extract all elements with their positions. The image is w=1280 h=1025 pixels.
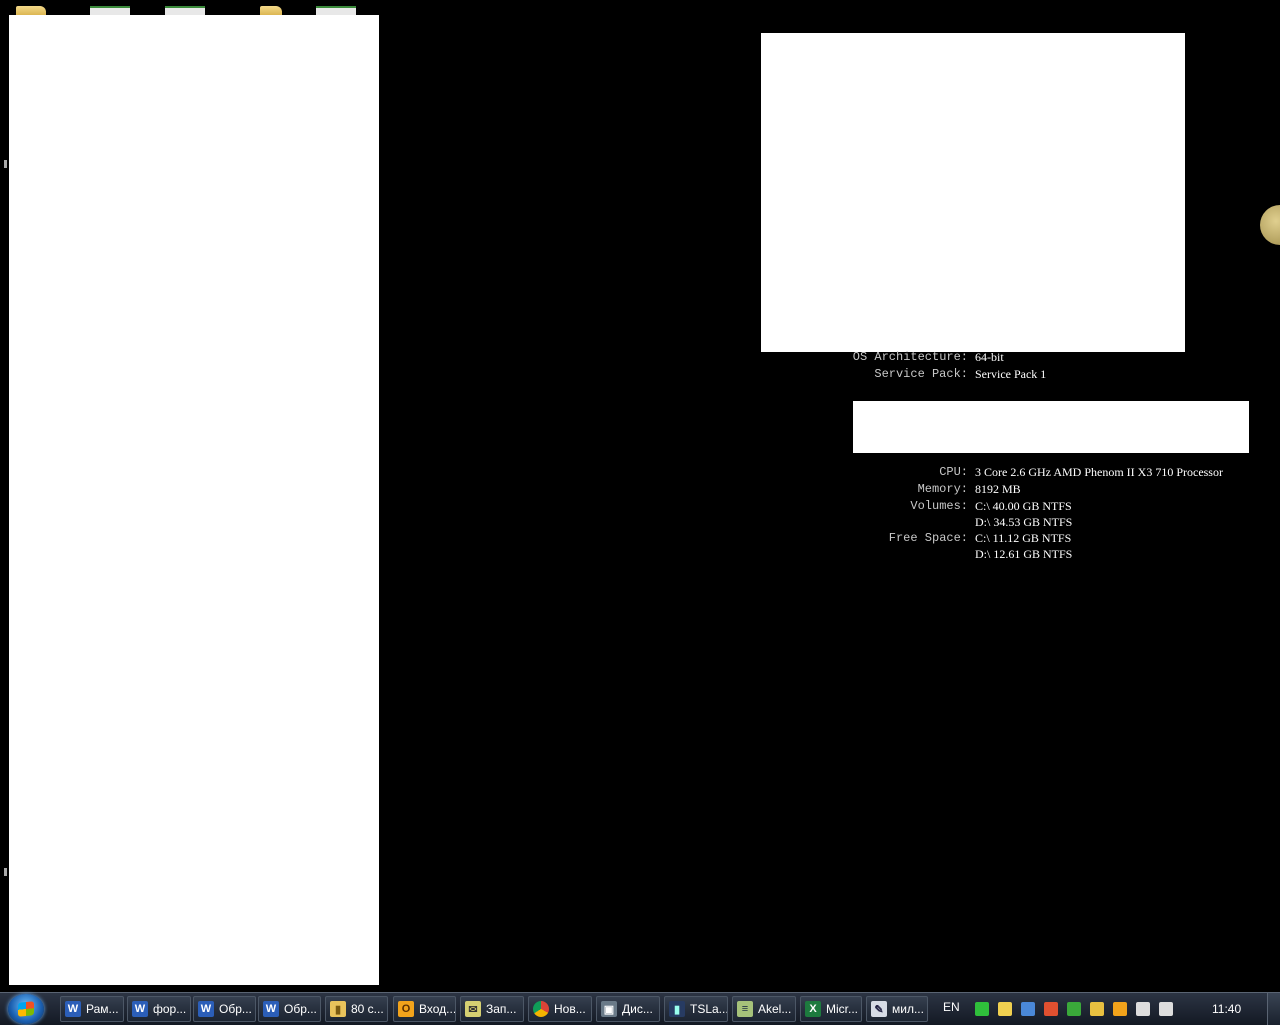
taskbar-button[interactable]: ✉ Зап... xyxy=(460,996,524,1022)
chart-icon: ▮ xyxy=(669,1001,685,1017)
partial-text-fragment xyxy=(960,24,1000,34)
info-label: Free Space: xyxy=(888,531,968,545)
taskbar: W Рам... Wфор... W Обр... W Обр... ▮ 80 с... O Вхо… xyxy=(0,992,1280,1025)
info-value: C:\ 40.00 GB NTFS xyxy=(975,499,1072,513)
taskbar-button-label: Обр... xyxy=(219,1002,252,1016)
word-icon: W xyxy=(65,1001,81,1017)
info-value: D:\ 34.53 GB NTFS xyxy=(975,515,1073,529)
info-label: Service Pack: xyxy=(874,367,968,381)
sync-icon[interactable] xyxy=(975,1002,989,1016)
info-row-service-pack: Service Pack: Service Pack 1 xyxy=(788,366,1046,382)
info-row-free-space: Free Space: C:\ 11.12 GB NTFS xyxy=(788,530,1223,546)
taskbar-button-label: Дис... xyxy=(622,1002,653,1016)
edge-marker xyxy=(4,160,7,168)
windows-logo-icon xyxy=(18,1001,34,1017)
excel-icon: X xyxy=(805,1001,821,1017)
chrome-icon xyxy=(533,1001,549,1017)
monitor-icon[interactable] xyxy=(1067,1002,1081,1016)
taskbar-button-label: Akel... xyxy=(758,1002,792,1016)
taskbar-button[interactable]: W Обр... xyxy=(258,996,321,1022)
info-row-os-architecture: OS Architecture: 64-bit xyxy=(788,349,1046,365)
messenger-icon: ✉ xyxy=(465,1001,481,1017)
taskbar-button[interactable]: W Рам... xyxy=(60,996,124,1022)
info-value: 8192 MB xyxy=(975,482,1021,496)
start-button[interactable] xyxy=(8,994,44,1024)
blank-info-panel xyxy=(761,33,1185,352)
mail-icon[interactable] xyxy=(1090,1002,1104,1016)
speaker-icon[interactable] xyxy=(1159,1002,1173,1016)
taskbar-button-label: TSLa... xyxy=(690,1002,728,1016)
notepad-icon: ≡ xyxy=(737,1001,753,1017)
clock[interactable]: 11:40 xyxy=(1212,1002,1241,1016)
system-tray xyxy=(975,993,1182,1025)
outlook-icon[interactable] xyxy=(1113,1002,1127,1016)
taskbar-button[interactable]: ≡ Akel... xyxy=(732,996,796,1022)
network-icon[interactable] xyxy=(1136,1002,1150,1016)
taskbar-button-label: Micr... xyxy=(826,1002,858,1016)
blank-window-panel[interactable] xyxy=(9,15,379,985)
language-indicator[interactable]: EN xyxy=(943,1000,960,1014)
gadget-orb-icon[interactable] xyxy=(1260,205,1280,245)
taskbar-button[interactable]: W Обр... xyxy=(193,996,256,1022)
taskbar-button[interactable]: ▣ Дис... xyxy=(596,996,660,1022)
folder-icon: ▮ xyxy=(330,1001,346,1017)
info-row-volumes: Volumes: C:\ 40.00 GB NTFS xyxy=(788,498,1223,514)
info-row-volumes-d: D:\ 34.53 GB NTFS xyxy=(788,514,1223,530)
system-info-os: OS Architecture: 64-bit Service Pack: Se… xyxy=(788,349,1047,382)
info-value: D:\ 12.61 GB NTFS xyxy=(975,547,1073,561)
info-label: Memory: xyxy=(917,482,968,496)
taskbar-button[interactable]: O Вход... xyxy=(393,996,456,1022)
taskbar-button[interactable]: X Micr... xyxy=(800,996,862,1022)
editor-icon: ✎ xyxy=(871,1001,887,1017)
info-label xyxy=(788,546,975,562)
blank-info-panel-2 xyxy=(853,401,1249,453)
info-label: CPU: xyxy=(939,465,968,479)
volume-muted-icon[interactable] xyxy=(1044,1002,1058,1016)
word-icon: W xyxy=(132,1001,148,1017)
taskbar-button[interactable]: Нов... xyxy=(528,996,592,1022)
taskbar-button-label: 80 с... xyxy=(351,1002,384,1016)
taskbar-button-label: Зап... xyxy=(486,1002,517,1016)
task-manager-icon: ▣ xyxy=(601,1001,617,1017)
info-value: 3 Core 2.6 GHz AMD Phenom II X3 710 Proc… xyxy=(975,465,1223,479)
info-value: 64-bit xyxy=(975,350,1004,364)
edge-marker xyxy=(4,868,7,876)
word-icon: W xyxy=(198,1001,214,1017)
taskbar-button-label: фор... xyxy=(153,1002,187,1016)
info-label xyxy=(788,514,975,530)
taskbar-button-label: Рам... xyxy=(86,1002,119,1016)
info-label: Volumes: xyxy=(910,499,968,513)
info-value: Service Pack 1 xyxy=(975,367,1047,381)
taskbar-button[interactable]: ✎ мил... xyxy=(866,996,928,1022)
word-icon: W xyxy=(263,1001,279,1017)
taskbar-button[interactable]: ▮ 80 с... xyxy=(325,996,388,1022)
info-row-free-space-d: D:\ 12.61 GB NTFS xyxy=(788,546,1223,562)
smiley-icon[interactable] xyxy=(998,1002,1012,1016)
show-desktop-button[interactable] xyxy=(1267,993,1280,1025)
taskbar-button[interactable]: Wфор... xyxy=(127,996,191,1022)
info-value: C:\ 11.12 GB NTFS xyxy=(975,531,1072,545)
taskbar-button-label: Вход... xyxy=(419,1002,456,1016)
system-info-hardware: CPU: 3 Core 2.6 GHz AMD Phenom II X3 710… xyxy=(788,464,1223,562)
taskbar-button-label: Нов... xyxy=(554,1002,586,1016)
taskbar-button-label: мил... xyxy=(892,1002,924,1016)
taskbar-button-label: Обр... xyxy=(284,1002,317,1016)
info-row-cpu: CPU: 3 Core 2.6 GHz AMD Phenom II X3 710… xyxy=(788,464,1223,480)
info-label: OS Architecture: xyxy=(852,350,968,364)
taskbar-button[interactable]: ▮ TSLa... xyxy=(664,996,728,1022)
outlook-icon: O xyxy=(398,1001,414,1017)
info-row-memory: Memory: 8192 MB xyxy=(788,481,1223,497)
network-meter-icon[interactable] xyxy=(1021,1002,1035,1016)
